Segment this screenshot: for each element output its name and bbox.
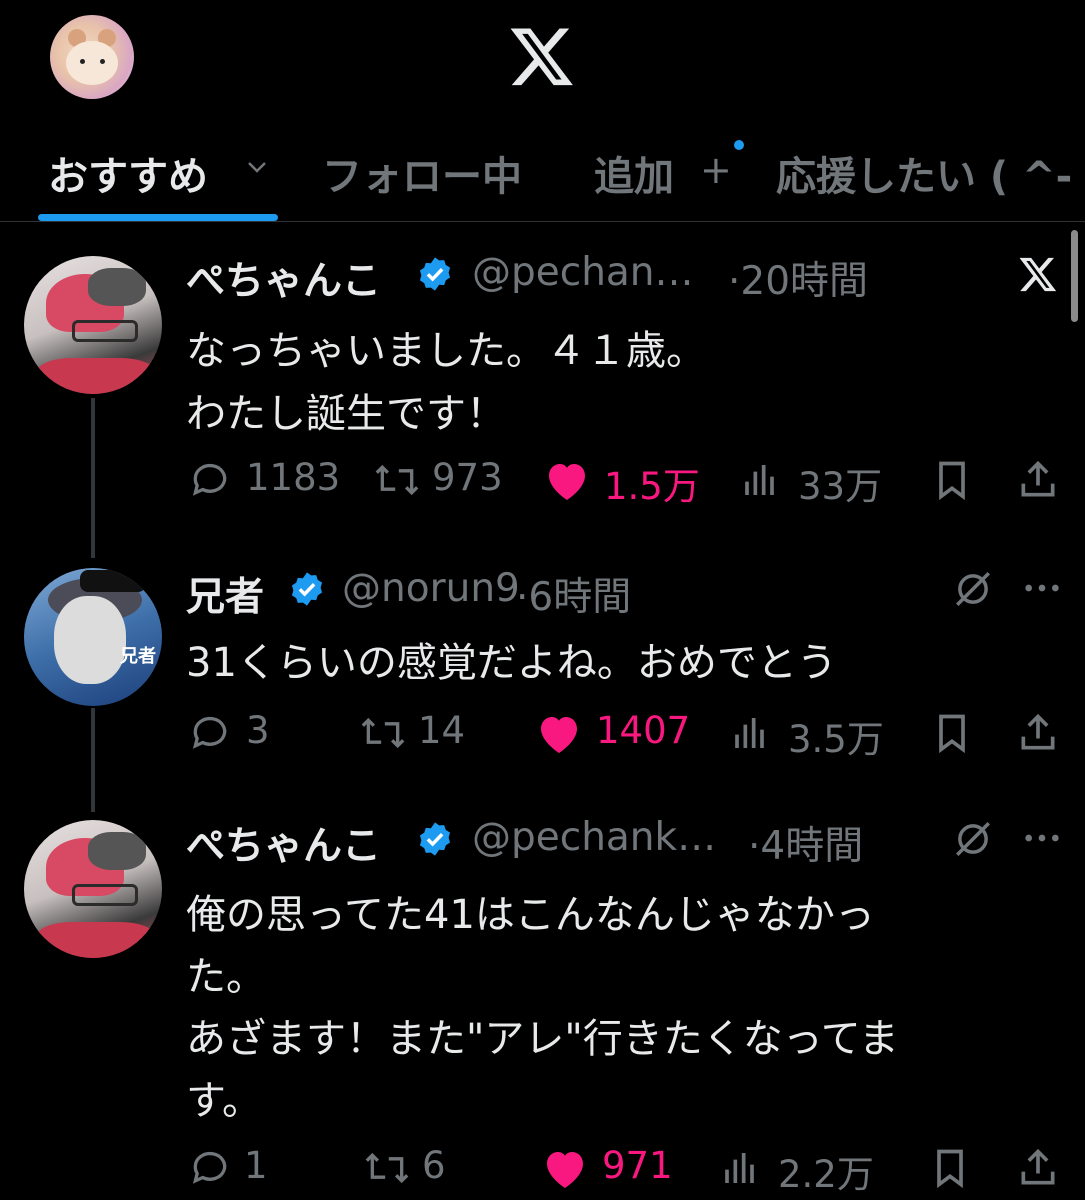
post-text-line: あざます！また"アレ"行きたくなってま bbox=[186, 1016, 899, 1062]
post-text-line: す。 bbox=[186, 1078, 262, 1124]
post-text-line: わたし誕生です！ bbox=[186, 391, 506, 437]
more-icon[interactable] bbox=[1022, 578, 1062, 598]
avatar[interactable]: 兄者 bbox=[24, 568, 162, 706]
author-name[interactable]: 兄者 bbox=[186, 566, 264, 622]
thread-line bbox=[91, 708, 95, 812]
share-icon[interactable] bbox=[1016, 458, 1060, 502]
post-text-line: 31くらいの感覚だよね。おめでとう bbox=[186, 640, 837, 686]
grok-icon[interactable] bbox=[952, 818, 994, 860]
post-time[interactable]: ·4時間 bbox=[748, 815, 863, 871]
post-text-line: なっちゃいました。４１歳。 bbox=[186, 328, 706, 374]
reply-icon[interactable] bbox=[188, 458, 232, 502]
post-text-line: た。 bbox=[186, 954, 266, 1000]
tab-following[interactable]: フォロー中 bbox=[322, 144, 522, 202]
like-count: 1.5万 bbox=[604, 465, 700, 508]
tab-support[interactable]: 応援したい ( ^- bbox=[776, 144, 1072, 202]
post-text-line: 俺の思ってた41はこんなんじゃなかっ bbox=[186, 892, 875, 938]
view-count: 3.5万 bbox=[788, 718, 884, 761]
repost-count: 6 bbox=[422, 1144, 446, 1187]
bookmark-icon[interactable] bbox=[930, 458, 974, 502]
grok-icon[interactable] bbox=[952, 568, 994, 610]
repost-icon[interactable] bbox=[362, 1146, 412, 1190]
reply-count: 1183 bbox=[246, 456, 341, 499]
avatar[interactable] bbox=[24, 256, 162, 394]
repost-icon[interactable] bbox=[372, 458, 422, 502]
reply-icon[interactable] bbox=[188, 1146, 232, 1190]
author-name[interactable]: ぺちゃんこ bbox=[186, 815, 381, 871]
view-count: 33万 bbox=[798, 465, 883, 508]
add-tab-plus[interactable]: + bbox=[700, 148, 732, 192]
repost-count: 14 bbox=[418, 709, 466, 752]
tab-add[interactable]: 追加 bbox=[594, 144, 674, 202]
author-handle[interactable]: @norun9 bbox=[342, 566, 520, 611]
chevron-down-icon[interactable] bbox=[246, 160, 268, 174]
share-icon[interactable] bbox=[1016, 1146, 1060, 1190]
like-count: 1407 bbox=[596, 709, 691, 752]
x-logo-icon[interactable] bbox=[508, 22, 576, 90]
share-icon[interactable] bbox=[1016, 711, 1060, 755]
x-grok-icon[interactable] bbox=[1016, 254, 1060, 294]
like-icon[interactable] bbox=[542, 458, 592, 502]
more-icon[interactable] bbox=[1022, 828, 1062, 848]
post-time[interactable]: ·20時間 bbox=[728, 250, 868, 306]
author-handle[interactable]: @pechan… bbox=[472, 250, 694, 295]
tab-recommended[interactable]: おすすめ bbox=[48, 144, 208, 202]
reply-icon[interactable] bbox=[188, 711, 232, 755]
post-time[interactable]: ·6時間 bbox=[516, 566, 631, 622]
author-handle[interactable]: @pechank… bbox=[472, 815, 716, 860]
notification-dot bbox=[734, 140, 744, 150]
reply-count: 1 bbox=[244, 1144, 268, 1187]
verified-badge-icon bbox=[419, 822, 451, 856]
repost-count: 973 bbox=[432, 456, 503, 499]
repost-icon[interactable] bbox=[358, 711, 408, 755]
like-icon[interactable] bbox=[540, 1146, 590, 1190]
like-icon[interactable] bbox=[534, 711, 584, 755]
thread-line bbox=[91, 398, 95, 558]
views-icon[interactable] bbox=[742, 460, 782, 500]
reply-count: 3 bbox=[246, 709, 270, 752]
bookmark-icon[interactable] bbox=[930, 711, 974, 755]
like-count: 971 bbox=[602, 1144, 673, 1187]
scrollbar[interactable] bbox=[1071, 230, 1078, 322]
active-tab-indicator bbox=[38, 214, 278, 221]
author-name[interactable]: ぺちゃんこ bbox=[186, 250, 381, 306]
views-icon[interactable] bbox=[722, 1148, 762, 1188]
verified-badge-icon bbox=[419, 257, 451, 291]
view-count: 2.2万 bbox=[778, 1153, 874, 1196]
views-icon[interactable] bbox=[732, 713, 772, 753]
verified-badge-icon bbox=[291, 572, 323, 606]
bookmark-icon[interactable] bbox=[928, 1146, 972, 1190]
profile-avatar[interactable] bbox=[50, 15, 134, 99]
avatar[interactable] bbox=[24, 820, 162, 958]
top-bar bbox=[0, 0, 1085, 130]
tabs-divider bbox=[0, 221, 1085, 222]
